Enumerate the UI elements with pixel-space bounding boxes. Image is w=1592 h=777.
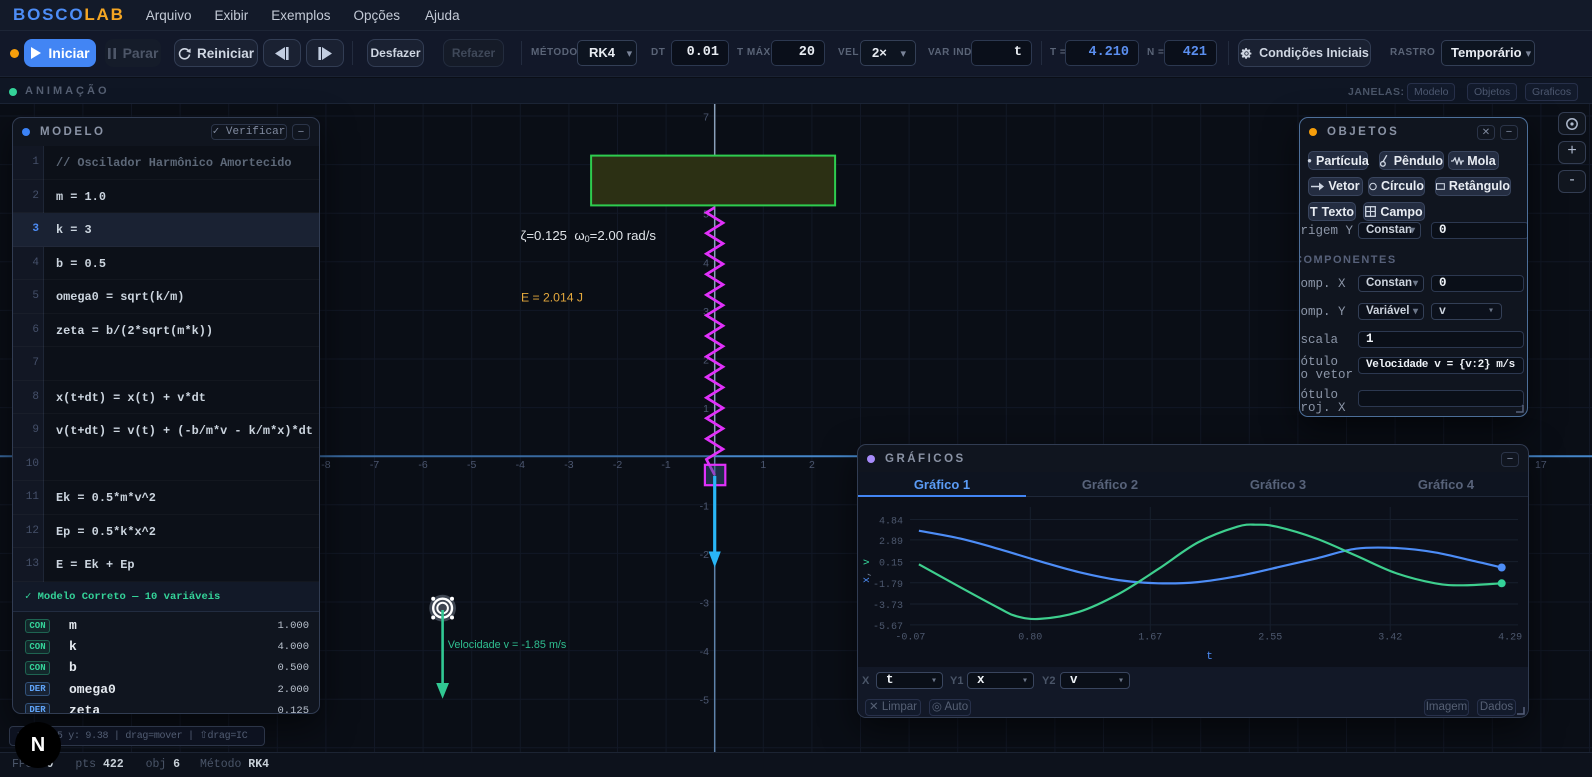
svg-text:t: t bbox=[1206, 651, 1213, 663]
svg-text:-5: -5 bbox=[467, 459, 476, 471]
svg-text:-3: -3 bbox=[700, 598, 709, 610]
svg-text:2.89: 2.89 bbox=[879, 537, 903, 548]
svg-text:-6: -6 bbox=[418, 459, 427, 471]
svg-text:-3: -3 bbox=[564, 459, 573, 471]
svg-text:-1.79: -1.79 bbox=[873, 580, 903, 591]
svg-text:0.15: 0.15 bbox=[879, 559, 903, 570]
svg-text:Velocidade v = -1.85 m/s: Velocidade v = -1.85 m/s bbox=[448, 639, 567, 651]
svg-text:3.42: 3.42 bbox=[1378, 633, 1402, 644]
svg-text:E = 2.014 J: E = 2.014 J bbox=[521, 291, 583, 305]
svg-text:4.29: 4.29 bbox=[1498, 633, 1522, 644]
svg-text:4: 4 bbox=[703, 257, 709, 269]
svg-text:0.80: 0.80 bbox=[1018, 633, 1042, 644]
svg-text:-4: -4 bbox=[516, 459, 525, 471]
svg-text:-1: -1 bbox=[700, 500, 709, 512]
svg-text:1: 1 bbox=[703, 403, 709, 415]
svg-text:4.84: 4.84 bbox=[879, 517, 903, 528]
svg-text:-5: -5 bbox=[700, 695, 709, 707]
svg-text:x, v: x, v bbox=[862, 559, 873, 583]
svg-text:2.55: 2.55 bbox=[1258, 633, 1282, 644]
svg-text:1: 1 bbox=[760, 459, 766, 471]
svg-text:17: 17 bbox=[1535, 459, 1547, 471]
svg-text:-7: -7 bbox=[370, 459, 379, 471]
svg-text:-4: -4 bbox=[700, 646, 709, 658]
svg-text:7: 7 bbox=[703, 112, 709, 124]
svg-text:ζ=0.125 ω0=2.00 rad/s: ζ=0.125 ω0=2.00 rad/s bbox=[521, 228, 657, 244]
svg-text:-1: -1 bbox=[661, 459, 670, 471]
svg-text:-8: -8 bbox=[321, 459, 330, 471]
svg-text:-5.67: -5.67 bbox=[873, 622, 903, 633]
svg-text:-2: -2 bbox=[613, 459, 622, 471]
svg-text:-3.73: -3.73 bbox=[873, 601, 903, 612]
svg-text:-2: -2 bbox=[700, 549, 709, 561]
svg-text:1.67: 1.67 bbox=[1138, 633, 1162, 644]
svg-text:2: 2 bbox=[809, 459, 815, 471]
svg-text:-0.07: -0.07 bbox=[895, 633, 925, 644]
